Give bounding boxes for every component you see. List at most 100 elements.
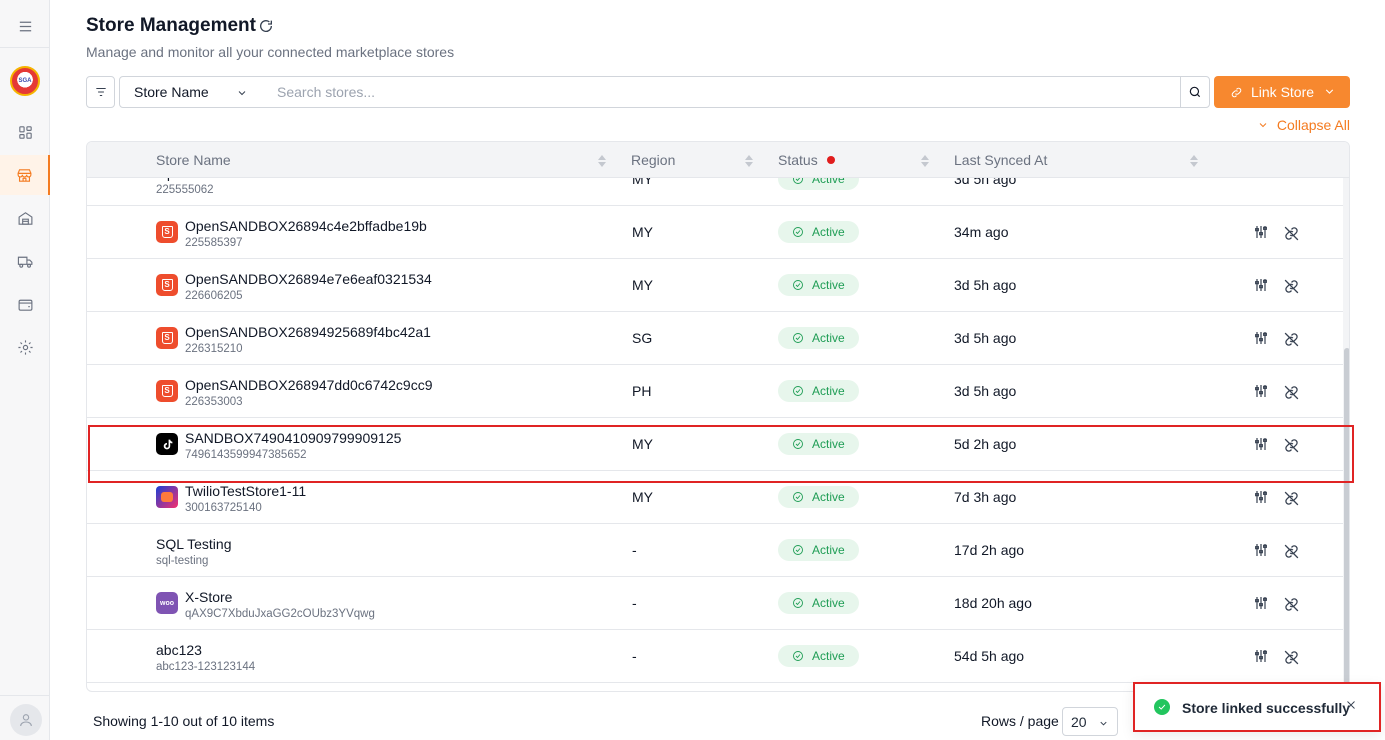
unlink-icon[interactable] xyxy=(1283,278,1300,295)
user-avatar[interactable] xyxy=(10,704,42,736)
column-header-last-synced[interactable]: Last Synced At xyxy=(954,152,1047,168)
store-name[interactable]: OpenSANDBOX26894bd23e3ef3c5dd9 xyxy=(156,178,402,181)
store-settings-icon[interactable] xyxy=(1253,224,1269,240)
status-label: Active xyxy=(812,384,845,398)
scrollbar[interactable] xyxy=(1343,178,1349,691)
unlink-icon[interactable] xyxy=(1283,384,1300,401)
sort-icon[interactable] xyxy=(921,154,929,167)
store-name[interactable]: SANDBOX7490410909799909125 xyxy=(185,430,401,446)
table-row[interactable]: S OpenSANDBOX26894c4e2bffadbe19b 225585397… xyxy=(87,206,1343,259)
link-store-label: Link Store xyxy=(1251,84,1315,100)
refresh-icon[interactable] xyxy=(258,18,274,34)
filter-button[interactable] xyxy=(86,76,115,108)
scrollbar-thumb[interactable] xyxy=(1344,348,1349,688)
unlink-icon[interactable] xyxy=(1283,543,1300,560)
column-header-store-name[interactable]: Store Name xyxy=(156,152,231,168)
store-settings-icon[interactable] xyxy=(1253,595,1269,611)
store-id: 7496143599947385652 xyxy=(185,449,307,461)
check-circle-icon xyxy=(793,333,803,343)
dashboard-icon[interactable] xyxy=(0,112,50,152)
last-synced: 34m ago xyxy=(954,224,1009,240)
unlink-icon[interactable] xyxy=(1283,331,1300,348)
toast-message: Store linked successfully xyxy=(1182,700,1351,716)
sort-icon[interactable] xyxy=(1190,154,1198,167)
chevron-down-icon xyxy=(1259,123,1267,128)
status-label: Active xyxy=(812,331,845,345)
table-row[interactable]: S OpenSANDBOX26894e7e6eaf0321534 226606205… xyxy=(87,259,1343,312)
table-row[interactable]: SANDBOX7490410909799909125 74961435999473… xyxy=(87,418,1343,471)
close-icon[interactable] xyxy=(1345,698,1359,712)
search-field-select[interactable]: Store Name xyxy=(119,76,263,108)
rows-per-page-label: Rows / page xyxy=(981,713,1059,729)
check-circle-icon xyxy=(793,545,803,555)
rows-per-page-select[interactable]: 20 xyxy=(1062,707,1118,736)
check-circle-icon xyxy=(793,227,803,237)
check-circle-icon xyxy=(793,598,803,608)
store-settings-icon[interactable] xyxy=(1253,489,1269,505)
app-logo[interactable]: SGA xyxy=(10,66,40,96)
table-row[interactable]: abc123 abc123-123123144 - Active 54d 5h ago xyxy=(87,630,1343,683)
store-region: - xyxy=(632,595,637,611)
collapse-all-button[interactable]: Collapse All xyxy=(1257,117,1350,133)
store-name[interactable]: OpenSANDBOX26894925689f4bc42a1 xyxy=(185,324,431,340)
status-filter-indicator xyxy=(826,156,835,164)
page-title: Store Management xyxy=(86,15,256,36)
truck-icon[interactable] xyxy=(0,241,50,281)
sort-icon[interactable] xyxy=(598,154,606,167)
table-row[interactable]: woo X-Store qAX9C7XbduJxaGG2cOUbz3YVqwg - Ac… xyxy=(87,577,1343,630)
store-name[interactable]: OpenSANDBOX268947dd0c6742c9cc9 xyxy=(185,377,433,393)
store-settings-icon[interactable] xyxy=(1253,277,1269,293)
column-header-region[interactable]: Region xyxy=(631,152,675,168)
store-id: qAX9C7XbduJxaGG2cOUbz3YVqwg xyxy=(185,608,375,620)
link-store-button[interactable]: Link Store xyxy=(1214,76,1350,108)
unlink-icon[interactable] xyxy=(1283,225,1300,242)
store-name[interactable]: X-Store xyxy=(185,589,232,605)
table-row[interactable]: TwilioTestStore1-11 300163725140 MY Active 7… xyxy=(87,471,1343,524)
store-id: 226353003 xyxy=(185,396,243,408)
store-name[interactable]: abc123 xyxy=(156,642,202,658)
store-id: 226606205 xyxy=(185,290,243,302)
sidebar: SGA xyxy=(0,0,50,740)
store-settings-icon[interactable] xyxy=(1253,383,1269,399)
store-id: 225585397 xyxy=(185,237,243,249)
store-settings-icon[interactable] xyxy=(1253,542,1269,558)
store-name[interactable]: TwilioTestStore1-11 xyxy=(185,483,306,499)
settings-icon[interactable] xyxy=(0,327,50,367)
store-region: - xyxy=(632,648,637,664)
column-header-status[interactable]: Status xyxy=(778,152,835,168)
check-circle-icon xyxy=(793,178,803,184)
store-settings-icon[interactable] xyxy=(1253,436,1269,452)
store-region: PH xyxy=(632,383,652,399)
table-row[interactable]: S OpenSANDBOX268947dd0c6742c9cc9 226353003… xyxy=(87,365,1343,418)
warehouse-icon[interactable] xyxy=(0,198,50,238)
search-button[interactable] xyxy=(1180,76,1210,108)
wallet-icon[interactable] xyxy=(0,284,50,324)
status-badge: Active xyxy=(778,221,859,243)
status-badge: Active xyxy=(778,380,859,402)
store-icon[interactable] xyxy=(0,155,50,195)
store-settings-icon[interactable] xyxy=(1253,648,1269,664)
table-row[interactable]: SQL Testing sql-testing - Active 17d 2h ago xyxy=(87,524,1343,577)
store-id: 300163725140 xyxy=(185,502,262,514)
store-name[interactable]: OpenSANDBOX26894e7e6eaf0321534 xyxy=(185,271,432,287)
store-name[interactable]: SQL Testing xyxy=(156,536,232,552)
sidebar-divider xyxy=(0,695,50,696)
search-input[interactable] xyxy=(262,76,1181,108)
unlink-icon[interactable] xyxy=(1283,437,1300,454)
store-settings-icon[interactable] xyxy=(1253,330,1269,346)
status-badge: Active xyxy=(778,539,859,561)
sort-icon[interactable] xyxy=(745,154,753,167)
woocommerce-icon: woo xyxy=(156,592,178,614)
store-name[interactable]: OpenSANDBOX26894c4e2bffadbe19b xyxy=(185,218,427,234)
table-row[interactable]: S OpenSANDBOX26894925689f4bc42a1 226315210… xyxy=(87,312,1343,365)
table-row[interactable]: OpenSANDBOX26894bd23e3ef3c5dd9 225555062 M… xyxy=(87,178,1343,206)
status-label: Active xyxy=(812,178,845,186)
chevron-down-icon xyxy=(1098,716,1109,727)
unlink-icon[interactable] xyxy=(1283,649,1300,666)
menu-icon[interactable] xyxy=(0,6,50,46)
store-id: 226315210 xyxy=(185,343,243,355)
link-icon xyxy=(1230,86,1243,99)
status-label: Active xyxy=(812,543,845,557)
unlink-icon[interactable] xyxy=(1283,490,1300,507)
unlink-icon[interactable] xyxy=(1283,596,1300,613)
